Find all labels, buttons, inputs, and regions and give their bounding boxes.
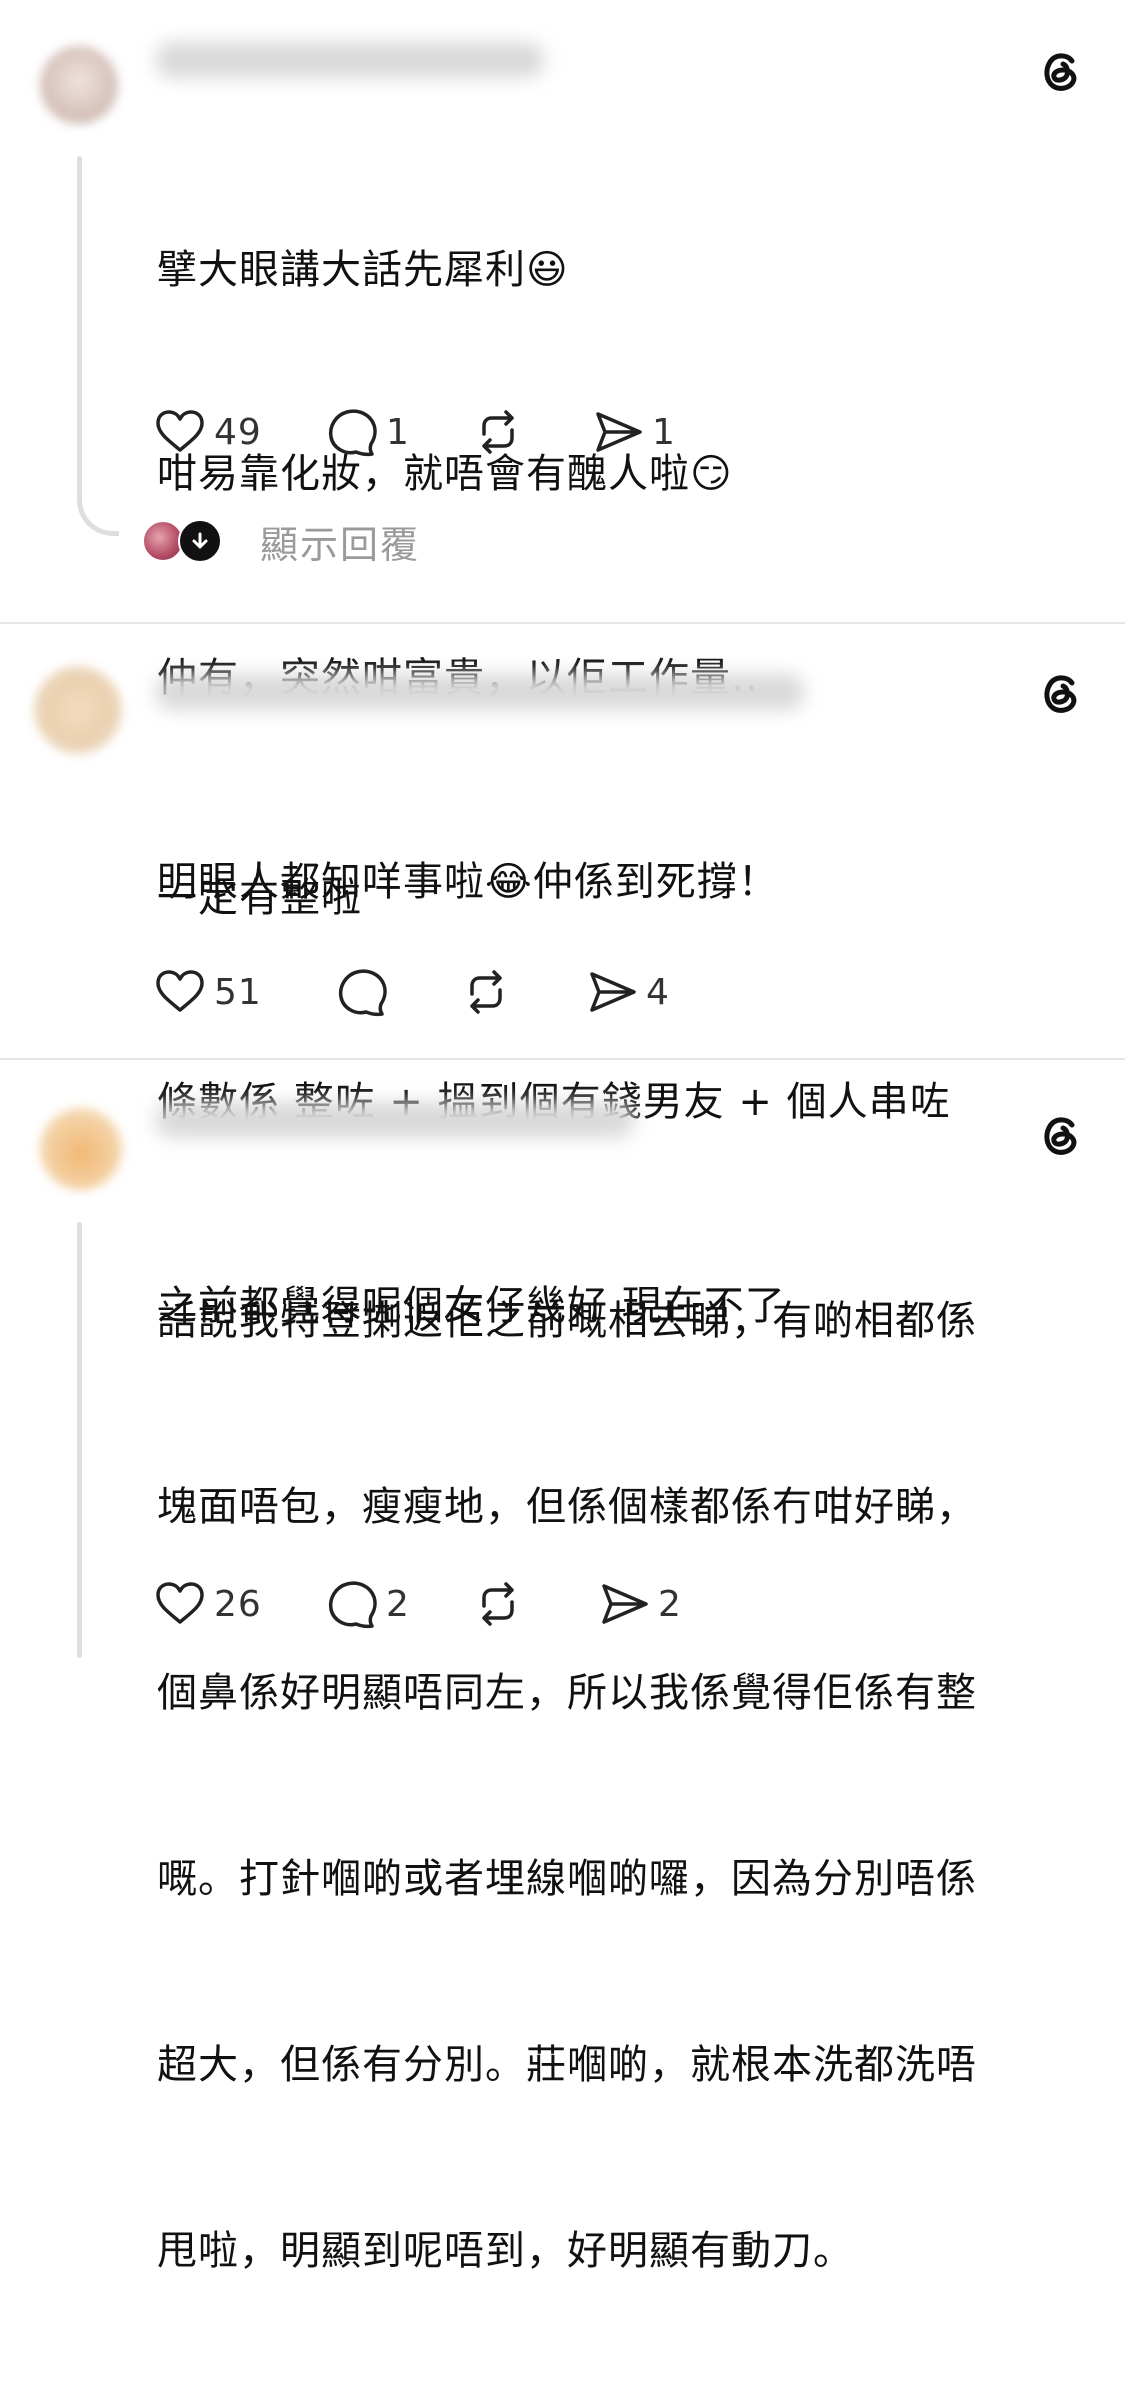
like-button[interactable]: 51 [152, 962, 262, 1022]
comment-bubble-icon [328, 409, 377, 457]
like-count: 26 [214, 1583, 262, 1625]
send-icon [590, 972, 636, 1012]
threads-logo-icon[interactable] [1034, 666, 1088, 720]
share-count: 4 [646, 971, 670, 1013]
post-line: 一定有整啦 [157, 875, 362, 921]
reply-count: 1 [386, 411, 410, 453]
share-button[interactable]: 1 [590, 402, 676, 462]
show-replies-row[interactable]: 顯示回覆 [142, 514, 420, 569]
heart-icon [156, 1582, 204, 1624]
thread-line [77, 1222, 82, 1658]
action-bar: 26 2 2 [152, 1574, 752, 1634]
heart-icon [156, 410, 204, 452]
comment-bubble-icon [338, 969, 387, 1017]
username-blurred[interactable] [155, 1102, 635, 1138]
heart-icon [156, 970, 204, 1012]
repost-icon [470, 970, 502, 1014]
avatar[interactable] [40, 46, 118, 124]
send-icon [602, 1584, 648, 1624]
reply-button[interactable]: 2 [324, 1574, 410, 1634]
repost-button[interactable] [470, 1574, 526, 1634]
repost-button[interactable] [458, 962, 514, 1022]
username-blurred[interactable] [155, 42, 545, 78]
arrow-down-icon [178, 519, 222, 563]
reply-count: 2 [386, 1583, 410, 1625]
thread-line [77, 156, 82, 496]
avatar[interactable] [34, 666, 122, 754]
like-count: 49 [214, 411, 262, 453]
show-replies-link[interactable]: 顯示回覆 [260, 514, 420, 569]
avatar[interactable] [40, 1108, 122, 1190]
share-button[interactable]: 4 [584, 962, 670, 1022]
send-icon [596, 412, 642, 452]
post-line: 擘大眼講大話先犀利😃 [157, 247, 569, 293]
comment-bubble-icon [328, 1581, 377, 1629]
share-count: 2 [658, 1583, 682, 1625]
reply-button[interactable]: 1 [324, 402, 410, 462]
thread-line-curve [77, 494, 119, 536]
repost-button[interactable] [470, 402, 526, 462]
like-button[interactable]: 26 [152, 1574, 262, 1634]
post-line: 甩啦，明顯到呢唔到，好明顯有動刀。 [157, 2228, 854, 2274]
post-line: 超大，但係有分別。莊嗰啲，就根本洗都洗唔 [157, 2042, 977, 2088]
repost-icon [482, 1582, 514, 1626]
post-line: 嘅。打針嗰啲或者埋線嗰啲囉，因為分別唔係 [157, 1856, 977, 1902]
threads-logo-icon[interactable] [1034, 44, 1088, 98]
action-bar: 49 1 1 [152, 402, 752, 462]
post-line: 個鼻係好明顯唔同左，所以我係覺得佢係有整 [157, 1670, 977, 1716]
share-button[interactable]: 2 [596, 1574, 682, 1634]
like-button[interactable]: 49 [152, 402, 262, 462]
like-count: 51 [214, 971, 262, 1013]
reply-button[interactable] [334, 962, 390, 1022]
post-line: 話說我特登揦返佢之前嘅相去睇，有啲相都係 [157, 1298, 977, 1344]
action-bar: 51 4 [152, 962, 752, 1022]
post-1: 擘大眼講大話先犀利😃 咁易靠化妝，就唔會有醜人啦😏 仲有，突然咁富貴，以佢工作量… [0, 0, 1125, 905]
post-3: 話說我特登揦返佢之前嘅相去睇，有啲相都係 塊面唔包，瘦瘦地，但係個樣都係冇咁好睇… [0, 1060, 1125, 2274]
repost-icon [482, 410, 514, 454]
post-line: 塊面唔包，瘦瘦地，但係個樣都係冇咁好睇， [157, 1484, 977, 1530]
post-text: 話說我特登揦返佢之前嘅相去睇，有啲相都係 塊面唔包，瘦瘦地，但係個樣都係冇咁好睇… [157, 1166, 1087, 2406]
post-2: 一定有整啦 條數係 整咗 + 搵到個有錢男友 + 個人串咗 之前都覺得呢個女仔幾… [0, 624, 1125, 1329]
threads-logo-icon[interactable] [1034, 1108, 1088, 1162]
share-count: 1 [652, 411, 676, 453]
username-blurred[interactable] [155, 674, 805, 710]
